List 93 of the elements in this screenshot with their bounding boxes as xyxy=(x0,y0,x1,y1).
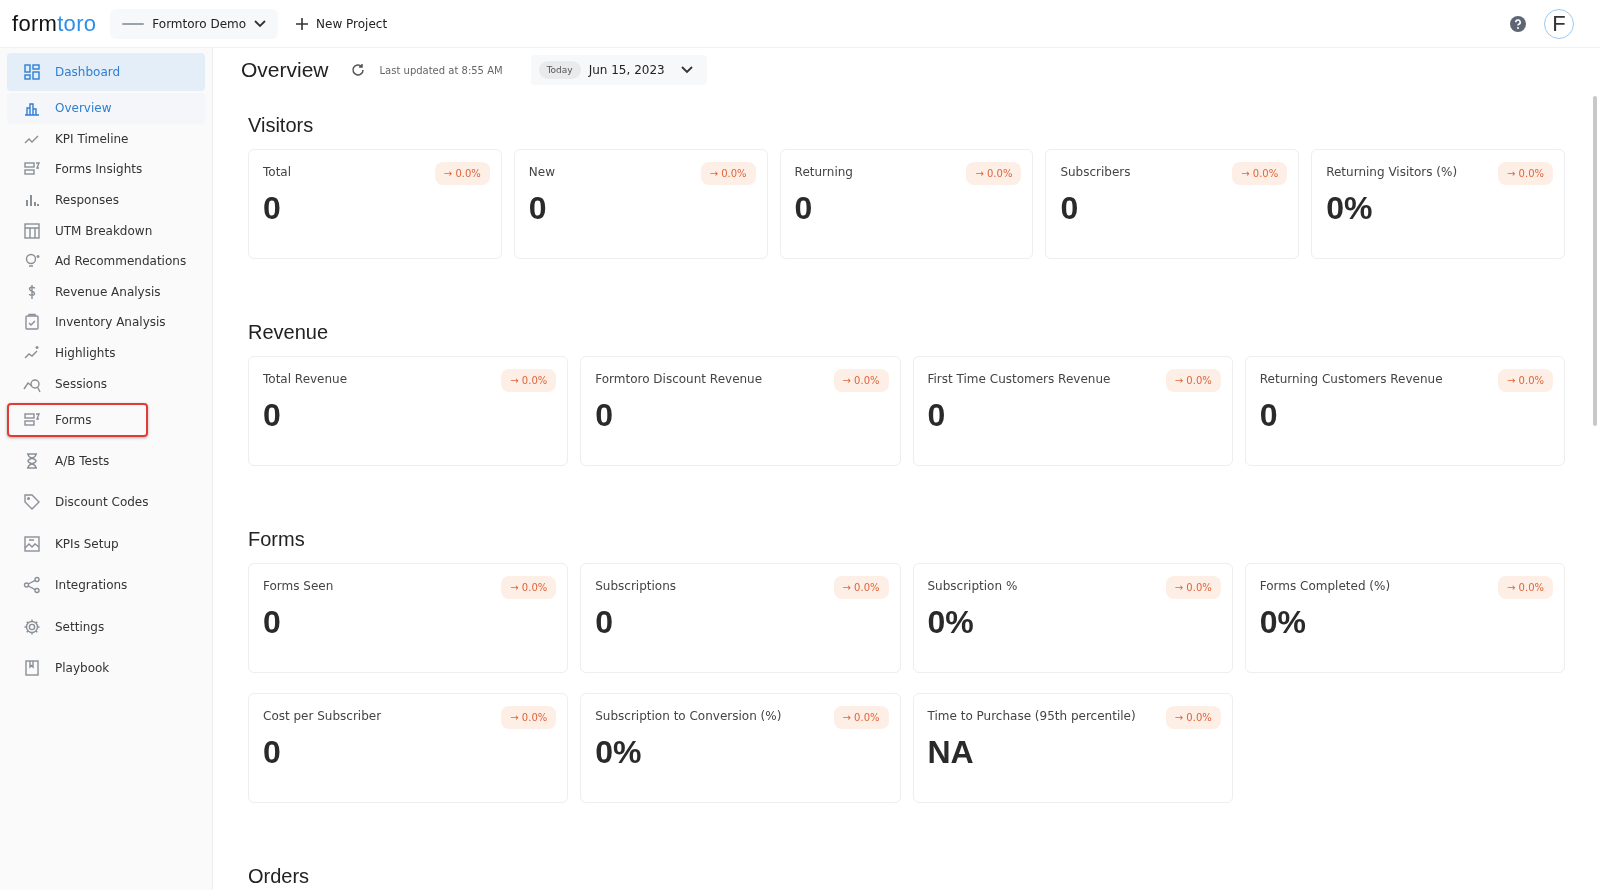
metric-label: Total xyxy=(263,165,292,179)
scrollbar[interactable] xyxy=(1593,96,1597,426)
metric-value: 0 xyxy=(927,397,947,434)
sidebar-item[interactable]: Ad Recommendations xyxy=(7,245,205,277)
form-icon xyxy=(23,410,41,429)
change-badge: → 0.0% xyxy=(1165,706,1221,729)
page-title: Overview xyxy=(241,58,329,82)
metric-value: NA xyxy=(927,734,975,771)
clipboard-icon xyxy=(23,313,41,332)
change-badge: → 0.0% xyxy=(1165,576,1221,599)
section-title: Revenue xyxy=(248,321,330,344)
metric-value: 0 xyxy=(595,397,615,434)
share-icon xyxy=(23,576,41,595)
sidebar-item[interactable]: Integrations xyxy=(7,564,205,606)
metric-value: 0 xyxy=(794,190,814,227)
new-project-button[interactable]: New Project xyxy=(296,16,388,31)
change-badge: → 0.0% xyxy=(1232,162,1288,185)
sidebar-item[interactable]: Revenue Analysis xyxy=(7,276,205,308)
metric-value: 0% xyxy=(1259,604,1307,641)
metric-value: 0 xyxy=(263,604,282,641)
metric-value: 0% xyxy=(1326,190,1374,227)
change-badge: → 0.0% xyxy=(1165,369,1221,392)
chevron-down-icon xyxy=(254,19,267,28)
change-badge: → 0.0% xyxy=(501,576,557,599)
change-badge: → 0.0% xyxy=(1498,369,1553,392)
sidebar-item[interactable]: A/B Tests xyxy=(7,439,205,482)
metric-value: 0 xyxy=(263,397,282,434)
sidebar-item[interactable]: Dashboard xyxy=(7,53,205,91)
date-picker[interactable]: Today Jun 15, 2023 xyxy=(530,55,707,85)
refresh-icon[interactable] xyxy=(350,63,365,77)
change-badge: → 0.0% xyxy=(501,369,557,392)
settings-icon xyxy=(23,617,41,636)
metric-value: 0 xyxy=(263,734,282,771)
change-badge: → 0.0% xyxy=(833,706,889,729)
help-icon[interactable] xyxy=(1510,15,1526,32)
metric-label: New xyxy=(528,165,555,179)
metric-label: Forms Completed (%) xyxy=(1259,579,1391,593)
picture-frame-icon xyxy=(23,534,41,553)
dashboard-icon xyxy=(23,63,41,81)
section-title: Orders xyxy=(248,865,311,888)
sidebar-item[interactable]: Overview xyxy=(7,93,205,124)
sidebar-item[interactable]: UTM Breakdown xyxy=(7,215,205,246)
last-updated-text: Last updated at 8:55 AM xyxy=(379,64,503,76)
project-selector[interactable]: Formtoro Demo xyxy=(110,8,279,39)
tag-icon xyxy=(23,493,41,512)
sidebar-item[interactable]: Playbook xyxy=(7,647,205,689)
change-badge: → 0.0% xyxy=(966,162,1022,185)
sidebar-item[interactable]: Forms xyxy=(7,402,148,437)
metric-value: 0 xyxy=(1060,190,1080,227)
metric-label: Returning Customers Revenue xyxy=(1259,372,1443,386)
date-text: Jun 15, 2023 xyxy=(588,63,665,77)
metric-label: Total Revenue xyxy=(263,372,348,386)
change-badge: → 0.0% xyxy=(434,162,490,185)
sidebar-item[interactable]: Highlights xyxy=(7,337,205,369)
book-icon xyxy=(23,659,41,678)
sidebar-item[interactable]: Responses xyxy=(7,184,205,216)
sidebar-item[interactable]: KPIs Setup xyxy=(7,522,205,565)
metric-label: First Time Customers Revenue xyxy=(927,372,1111,386)
metric-label: Returning xyxy=(794,165,853,179)
metric-label: Formtoro Discount Revenue xyxy=(595,372,763,386)
metric-label: Subscription to Conversion (%) xyxy=(595,709,782,723)
change-badge: → 0.0% xyxy=(1498,576,1553,599)
metric-value: 0 xyxy=(263,190,282,227)
metric-label: Subscription % xyxy=(927,579,1018,593)
sidebar-item[interactable]: Discount Codes xyxy=(7,481,205,523)
plus-icon xyxy=(296,17,309,30)
sidebar-item[interactable]: KPI Timeline xyxy=(7,123,205,155)
today-badge: Today xyxy=(538,61,581,79)
change-badge: → 0.0% xyxy=(700,162,756,185)
change-badge: → 0.0% xyxy=(501,706,557,729)
change-badge: → 0.0% xyxy=(833,369,889,392)
metric-value: 0 xyxy=(528,190,548,227)
metric-label: Subscriptions xyxy=(595,579,677,593)
sidebar-item[interactable]: Inventory Analysis xyxy=(7,307,205,338)
change-badge: → 0.0% xyxy=(1498,162,1553,185)
section-title: Forms xyxy=(248,528,306,551)
metric-label: Cost per Subscriber xyxy=(263,709,382,723)
chevron-down-icon xyxy=(680,66,693,74)
metric-label: Subscribers xyxy=(1060,165,1131,179)
section-title: Visitors xyxy=(248,114,315,137)
change-badge: → 0.0% xyxy=(833,576,889,599)
metric-value: 0% xyxy=(595,734,643,771)
metric-label: Returning Visitors (%) xyxy=(1326,165,1458,179)
metric-value: 0% xyxy=(927,604,975,641)
sidebar-item[interactable]: Forms Insights xyxy=(7,154,205,185)
metric-label: Forms Seen xyxy=(263,579,334,593)
sidebar-item[interactable]: Sessions xyxy=(7,368,205,399)
table-icon xyxy=(23,221,41,240)
metric-value: 0 xyxy=(1259,397,1279,434)
sidebar-item[interactable]: Settings xyxy=(7,605,205,648)
metric-label: Time to Purchase (95th percentile) xyxy=(927,709,1136,723)
metric-value: 0 xyxy=(595,604,615,641)
logo: formtoro xyxy=(12,10,97,37)
